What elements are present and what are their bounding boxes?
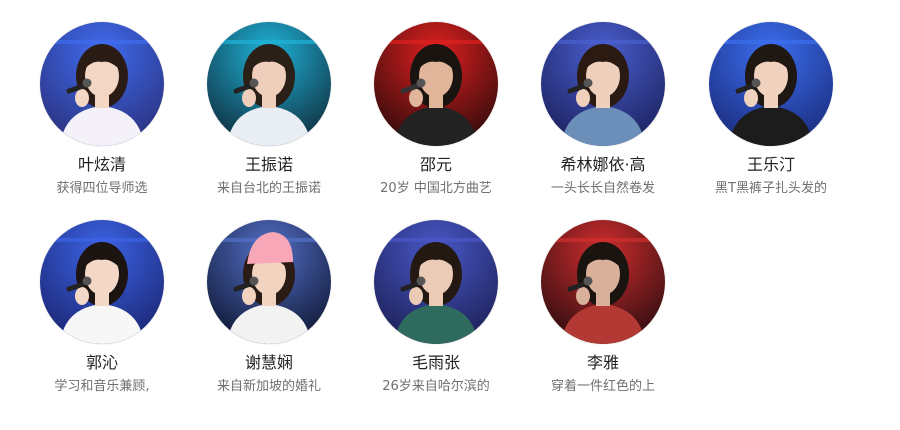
contestant-name[interactable]: 希林娜依·高 bbox=[519, 155, 687, 175]
contestant-portrait-icon bbox=[541, 220, 665, 344]
contestant-desc: 黑T黑裤子扎头发的 bbox=[715, 181, 827, 196]
contestant-card[interactable]: 王乐汀 黑T黑裤子扎头发的 bbox=[687, 22, 855, 197]
contestant-name[interactable]: 王振诺 bbox=[185, 155, 353, 175]
contestant-desc: 来自台北的王振诺 bbox=[216, 181, 321, 196]
contestant-desc: 学习和音乐兼顾, bbox=[54, 379, 150, 394]
contestant-portrait-icon bbox=[207, 220, 331, 344]
contestant-card[interactable]: 毛雨张 26岁来自哈尔滨的 bbox=[352, 220, 520, 395]
avatar[interactable] bbox=[40, 220, 164, 344]
contestant-card[interactable]: 邵元 20岁 中国北方曲艺 bbox=[352, 22, 520, 197]
contestant-name[interactable]: 李雅 bbox=[519, 353, 687, 373]
contestant-desc: 一头长长自然卷发 bbox=[550, 181, 655, 196]
contestant-card[interactable]: 希林娜依·高 一头长长自然卷发 bbox=[519, 22, 687, 197]
contestant-desc: 获得四位导师选 bbox=[56, 181, 148, 196]
contestant-portrait-icon bbox=[207, 22, 331, 146]
contestant-portrait-icon bbox=[40, 220, 164, 344]
contestant-portrait-icon bbox=[40, 22, 164, 146]
contestant-desc: 20岁 中国北方曲艺 bbox=[380, 181, 492, 196]
contestant-desc: 来自新加坡的婚礼 bbox=[216, 379, 321, 394]
contestant-name[interactable]: 邵元 bbox=[352, 155, 520, 175]
contestant-card[interactable]: 郭沁 学习和音乐兼顾, bbox=[18, 220, 186, 395]
contestant-grid: 叶炫清 获得四位导师选 王振诺 来自台北的王振诺 邵元 20岁 中国北方曲艺 希… bbox=[0, 0, 900, 430]
contestant-portrait-icon bbox=[709, 22, 833, 146]
contestant-name[interactable]: 毛雨张 bbox=[352, 353, 520, 373]
contestant-name[interactable]: 王乐汀 bbox=[687, 155, 855, 175]
contestant-card[interactable]: 谢慧娴 来自新加坡的婚礼 bbox=[185, 220, 353, 395]
avatar[interactable] bbox=[207, 220, 331, 344]
avatar[interactable] bbox=[374, 22, 498, 146]
contestant-portrait-icon bbox=[374, 22, 498, 146]
contestant-name[interactable]: 叶炫清 bbox=[18, 155, 186, 175]
avatar[interactable] bbox=[709, 22, 833, 146]
contestant-portrait-icon bbox=[541, 22, 665, 146]
contestant-desc: 穿着一件红色的上 bbox=[550, 379, 655, 394]
contestant-desc: 26岁来自哈尔滨的 bbox=[382, 379, 490, 394]
contestant-card[interactable]: 李雅 穿着一件红色的上 bbox=[519, 220, 687, 395]
contestant-name[interactable]: 郭沁 bbox=[18, 353, 186, 373]
avatar[interactable] bbox=[374, 220, 498, 344]
avatar[interactable] bbox=[40, 22, 164, 146]
contestant-card[interactable]: 叶炫清 获得四位导师选 bbox=[18, 22, 186, 197]
contestant-name[interactable]: 谢慧娴 bbox=[185, 353, 353, 373]
avatar[interactable] bbox=[541, 220, 665, 344]
contestant-portrait-icon bbox=[374, 220, 498, 344]
contestant-card[interactable]: 王振诺 来自台北的王振诺 bbox=[185, 22, 353, 197]
avatar[interactable] bbox=[207, 22, 331, 146]
avatar[interactable] bbox=[541, 22, 665, 146]
